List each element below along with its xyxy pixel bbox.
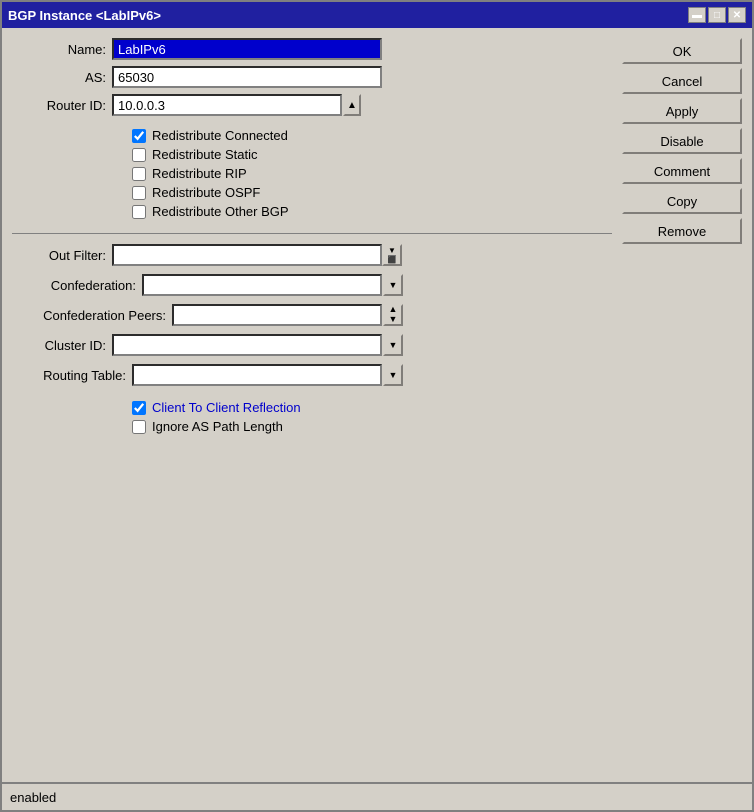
comment-button[interactable]: Comment [622,158,742,184]
routing-table-label: Routing Table: [12,368,132,383]
redistribute-ospf-label: Redistribute OSPF [152,185,260,200]
router-id-input[interactable] [112,94,342,116]
confederation-row: Confederation: ▼ [12,274,612,296]
checkbox-row-2: Redistribute RIP [132,166,612,181]
confederation-peers-spin-button[interactable]: ▲ ▼ [383,304,403,326]
checkbox-row-1: Redistribute Static [132,147,612,162]
apply-button[interactable]: Apply [622,98,742,124]
close-button[interactable]: ✕ [728,7,746,23]
remove-button[interactable]: Remove [622,218,742,244]
confederation-peers-input[interactable] [172,304,382,326]
confederation-peers-control: ▲ ▼ [172,304,403,326]
confederation-label: Confederation: [12,278,142,293]
router-id-control: ▲ [112,94,361,116]
routing-table-control: ▼ [132,364,403,386]
disable-button[interactable]: Disable [622,128,742,154]
separator [12,233,612,234]
right-panel: OK Cancel Apply Disable Comment Copy Rem… [622,38,742,772]
confederation-control: ▼ [142,274,403,296]
router-id-label: Router ID: [12,98,112,113]
confederation-input[interactable] [142,274,382,296]
as-input[interactable] [112,66,382,88]
confederation-peers-label: Confederation Peers: [12,308,172,323]
out-filter-row: Out Filter: ▼ ⬛ [12,244,612,266]
redistribute-ospf-checkbox[interactable] [132,186,146,200]
main-content: Name: AS: Router ID: ▲ Redistri [2,28,752,782]
name-row: Name: [12,38,612,60]
cluster-id-label: Cluster ID: [12,338,112,353]
routing-table-row: Routing Table: ▼ [12,364,612,386]
redistribute-rip-checkbox[interactable] [132,167,146,181]
redistribute-group: Redistribute Connected Redistribute Stat… [12,128,612,223]
client-to-client-label: Client To Client Reflection [152,400,301,415]
cancel-button[interactable]: Cancel [622,68,742,94]
checkbox-row-3: Redistribute OSPF [132,185,612,200]
router-id-row: Router ID: ▲ [12,94,612,116]
routing-table-dropdown-button[interactable]: ▼ [383,364,403,386]
bgp-instance-window: BGP Instance <LabIPv6> ▬ □ ✕ Name: AS: R… [0,0,754,812]
title-bar: BGP Instance <LabIPv6> ▬ □ ✕ [2,2,752,28]
confederation-peers-row: Confederation Peers: ▲ ▼ [12,304,612,326]
left-panel: Name: AS: Router ID: ▲ Redistri [12,38,612,772]
ok-button[interactable]: OK [622,38,742,64]
window-title: BGP Instance <LabIPv6> [8,8,161,23]
as-label: AS: [12,70,112,85]
routing-table-input[interactable] [132,364,382,386]
out-filter-label: Out Filter: [12,248,112,263]
out-filter-control: ▼ ⬛ [112,244,402,266]
redistribute-rip-label: Redistribute RIP [152,166,247,181]
redistribute-connected-checkbox[interactable] [132,129,146,143]
status-bar: enabled [2,782,752,810]
confederation-dropdown-button[interactable]: ▼ [383,274,403,296]
name-input[interactable] [112,38,382,60]
title-bar-buttons: ▬ □ ✕ [688,7,746,23]
checkbox-row-0: Redistribute Connected [132,128,612,143]
out-filter-input[interactable] [112,244,382,266]
cluster-id-row: Cluster ID: ▼ [12,334,612,356]
ignore-as-path-label: Ignore AS Path Length [152,419,283,434]
checkbox-row-4: Redistribute Other BGP [132,204,612,219]
minimize-button[interactable]: ▬ [688,7,706,23]
out-filter-dropdown-button[interactable]: ▼ ⬛ [382,244,402,266]
ignore-as-path-checkbox[interactable] [132,420,146,434]
maximize-button[interactable]: □ [708,7,726,23]
cluster-id-control: ▼ [112,334,403,356]
client-to-client-row: Client To Client Reflection [132,400,612,415]
copy-button[interactable]: Copy [622,188,742,214]
redistribute-static-label: Redistribute Static [152,147,258,162]
redistribute-other-bgp-checkbox[interactable] [132,205,146,219]
redistribute-connected-label: Redistribute Connected [152,128,288,143]
cluster-id-input[interactable] [112,334,382,356]
as-row: AS: [12,66,612,88]
status-text: enabled [10,790,56,805]
router-id-spin-up[interactable]: ▲ [343,94,361,116]
name-label: Name: [12,42,112,57]
bottom-checkbox-group: Client To Client Reflection Ignore AS Pa… [12,400,612,438]
redistribute-other-bgp-label: Redistribute Other BGP [152,204,289,219]
client-to-client-checkbox[interactable] [132,401,146,415]
redistribute-static-checkbox[interactable] [132,148,146,162]
ignore-as-path-row: Ignore AS Path Length [132,419,612,434]
cluster-id-dropdown-button[interactable]: ▼ [383,334,403,356]
